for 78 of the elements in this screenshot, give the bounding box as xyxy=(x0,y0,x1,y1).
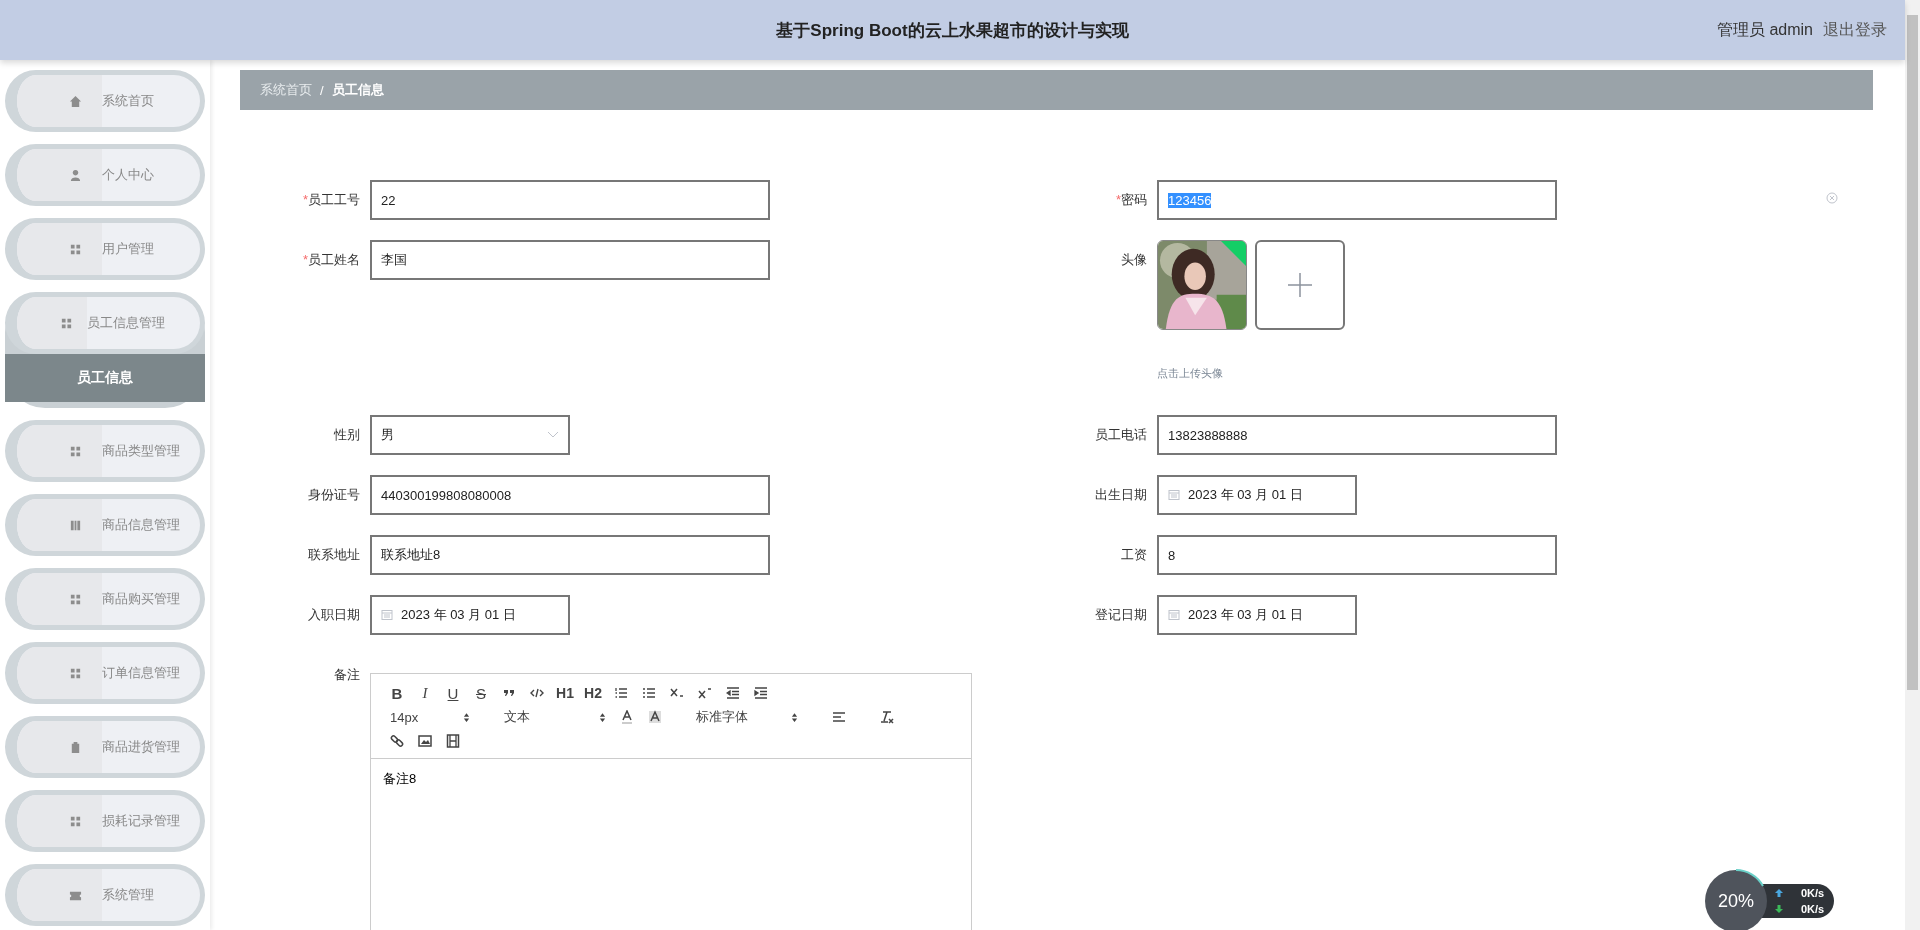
grid-icon xyxy=(69,444,82,458)
text-field[interactable]: 联系地址8 xyxy=(370,535,770,575)
field-label: 入职日期 xyxy=(307,606,360,624)
grid-icon xyxy=(69,814,82,828)
heading-button[interactable]: H2 xyxy=(582,682,604,704)
up-down-arrows-icon xyxy=(791,711,798,723)
grid-icon xyxy=(69,592,82,606)
upload-arrow-icon xyxy=(1775,889,1783,897)
grid-icon xyxy=(69,242,82,256)
field-label: 登记日期 xyxy=(1094,606,1147,624)
book-icon xyxy=(69,518,82,532)
calendar-icon xyxy=(381,609,393,621)
field-label: 工资 xyxy=(1120,546,1147,564)
field-label: 联系地址 xyxy=(307,546,360,564)
clipboard-icon xyxy=(69,740,82,754)
field-label: 出生日期 xyxy=(1094,486,1147,504)
home-icon xyxy=(69,94,82,108)
clear-format-icon xyxy=(880,710,894,724)
link-icon xyxy=(390,734,404,748)
field-label: 员工电话 xyxy=(1094,426,1147,444)
date-field[interactable]: 2023 年 03 月 01 日 xyxy=(1157,475,1357,515)
sup-icon xyxy=(698,686,712,700)
underline-button[interactable]: U xyxy=(442,682,464,704)
logout-link[interactable]: 退出登录 xyxy=(1823,20,1887,41)
align-icon xyxy=(832,710,846,724)
calendar-icon xyxy=(1168,609,1180,621)
bullet-icon xyxy=(642,686,656,700)
grid-icon xyxy=(60,316,73,330)
bold-button[interactable]: B xyxy=(386,682,408,704)
grid-icon xyxy=(69,666,82,680)
text-field[interactable]: 李国 xyxy=(370,240,770,280)
editor-text: 备注8 xyxy=(383,770,417,788)
heading-picker[interactable]: 文本 xyxy=(500,706,610,728)
image-icon xyxy=(418,734,432,748)
code-icon xyxy=(530,686,544,700)
font-size-picker[interactable]: 14px xyxy=(386,706,474,728)
highlight-icon xyxy=(648,710,662,724)
text-field[interactable]: 13823888888 xyxy=(1157,415,1557,455)
cpu-gauge: 20% xyxy=(1705,870,1767,930)
italic-button[interactable]: I xyxy=(414,682,436,704)
download-speed: 0K/s xyxy=(1801,903,1825,915)
person-icon xyxy=(69,168,82,182)
text-field[interactable]: 440300199808080008 xyxy=(370,475,770,515)
font-family-picker[interactable]: 标准字体 xyxy=(692,706,802,728)
upload-hint: 点击上传头像 xyxy=(1157,366,1224,381)
upload-speed: 0K/s xyxy=(1801,887,1825,899)
admin-user-label: 管理员 admin xyxy=(1716,20,1813,40)
ordered-icon xyxy=(614,686,628,700)
calendar-icon xyxy=(1168,489,1180,501)
field-label: *员工工号 xyxy=(301,191,360,209)
font-color-icon xyxy=(620,710,634,724)
film-icon xyxy=(446,734,460,748)
outdent-icon xyxy=(726,686,740,700)
submenu-item[interactable]: 员工信息 xyxy=(5,354,205,402)
heading-button[interactable]: H1 xyxy=(554,682,576,704)
field-label: 身份证号 xyxy=(307,486,360,504)
up-down-arrows-icon xyxy=(463,711,470,723)
select-field[interactable]: 男 xyxy=(370,415,570,455)
date-field[interactable]: 2023 年 03 月 01 日 xyxy=(370,595,570,635)
indent-icon xyxy=(754,686,768,700)
plus-icon xyxy=(1285,270,1315,300)
breadcrumb-separator: / xyxy=(320,82,324,98)
site-title: 基于Spring Boot的云上水果超市的设计与实现 xyxy=(776,19,1129,42)
field-label: *员工姓名 xyxy=(301,251,360,269)
text-field[interactable]: 8 xyxy=(1157,535,1557,575)
text-field[interactable]: 22 xyxy=(370,180,770,220)
field-label: 头像 xyxy=(1120,251,1147,269)
upload-button[interactable] xyxy=(1255,240,1345,330)
chevron-down-icon xyxy=(547,431,559,439)
strike-button[interactable]: S xyxy=(470,682,492,704)
field-label: 性别 xyxy=(333,426,360,444)
date-field[interactable]: 2023 年 03 月 01 日 xyxy=(1157,595,1357,635)
field-label: 备注 xyxy=(333,666,360,684)
scrollbar[interactable] xyxy=(1905,0,1920,930)
up-down-arrows-icon xyxy=(599,711,606,723)
field-label: *密码 xyxy=(1114,191,1147,209)
download-arrow-icon xyxy=(1775,905,1783,913)
sub-icon xyxy=(670,686,684,700)
